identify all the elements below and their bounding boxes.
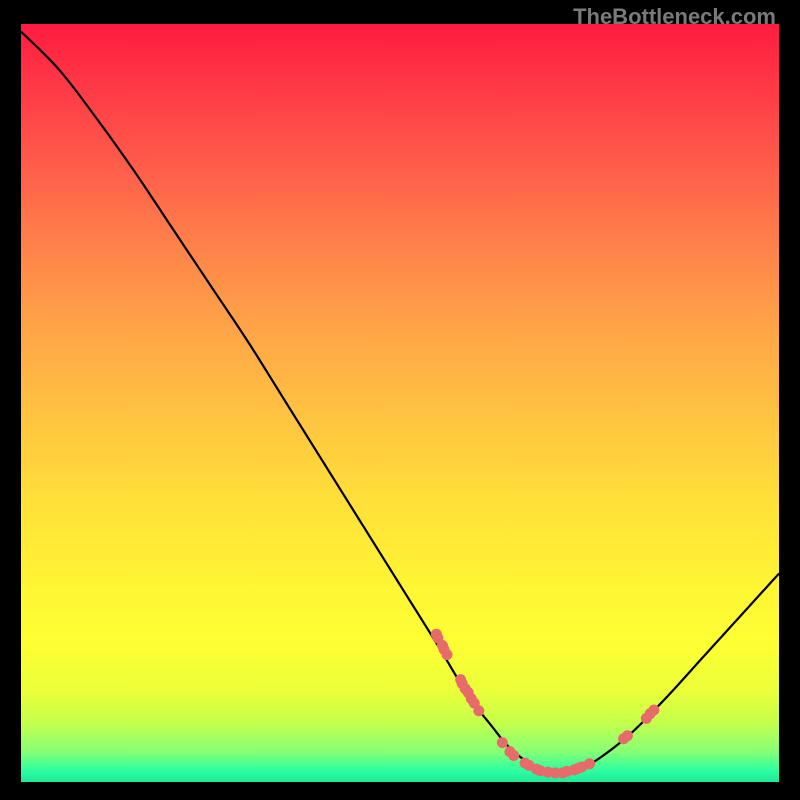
marker-point [473, 705, 484, 716]
bottleneck-curve-path [21, 32, 779, 773]
watermark-text: TheBottleneck.com [573, 4, 776, 30]
marker-point [622, 730, 633, 741]
plot-area [21, 24, 779, 782]
chart-svg [21, 24, 779, 782]
marker-point [442, 649, 453, 660]
marker-point [648, 704, 659, 715]
marker-point [508, 750, 519, 761]
marker-point [497, 737, 508, 748]
marker-point [584, 758, 595, 769]
marker-group [431, 629, 660, 779]
